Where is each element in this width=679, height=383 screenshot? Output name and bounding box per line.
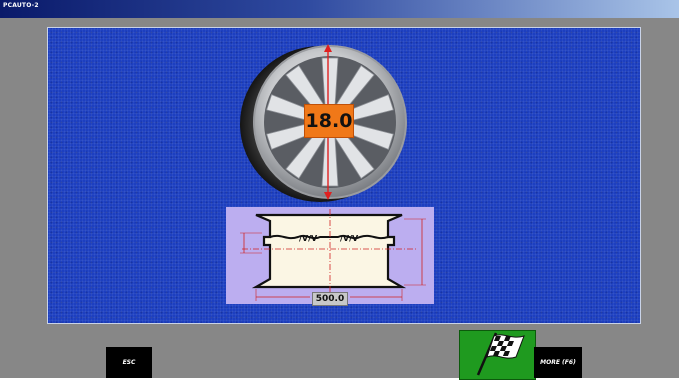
width-readout: 500.0 [312, 292, 348, 306]
start-button[interactable] [459, 330, 536, 380]
checkered-flag-icon [476, 332, 525, 376]
more-button[interactable]: MORE (F6) [534, 347, 582, 378]
esc-button[interactable]: ESC [106, 347, 152, 378]
rim-profile-diagram: /V/V /V/V [226, 207, 434, 304]
diameter-readout: 18.0 [304, 104, 354, 138]
title-bar[interactable]: PCAUTO-2 [0, 0, 679, 18]
window-title: PCAUTO-2 [3, 2, 39, 9]
svg-text:/V/V: /V/V [340, 234, 359, 243]
svg-text:/V/V: /V/V [299, 234, 318, 243]
esc-button-label: ESC [122, 359, 136, 366]
more-button-label: MORE (F6) [540, 359, 576, 366]
application-window: PCAUTO-2 18.0 /V/V /V/V 500.0 ESC MORE (… [0, 0, 679, 380]
